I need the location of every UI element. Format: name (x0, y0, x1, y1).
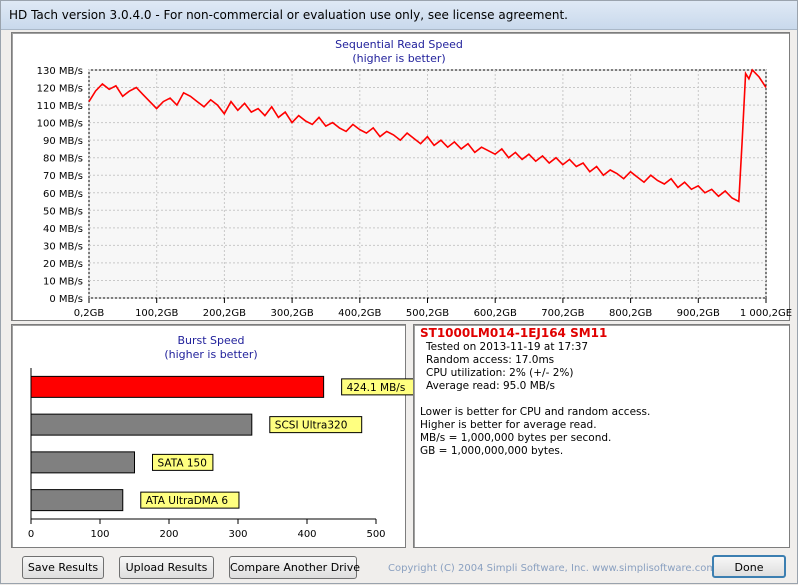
note-line: Higher is better for average read. (420, 419, 597, 431)
upload-results-button[interactable]: Upload Results (119, 556, 214, 579)
burst-bar-label: SCSI Ultra320 (275, 420, 348, 432)
average-read: Average read: 95.0 MB/s (426, 380, 555, 392)
x-tick-label: 300 (228, 529, 247, 540)
x-tick-label: 400 (297, 529, 316, 540)
burst-bar (30, 489, 124, 512)
x-tick-label: 100 (90, 529, 109, 540)
x-tick-label: 200 (159, 529, 178, 540)
compare-drive-button[interactable]: Compare Another Drive (229, 556, 361, 579)
app-window: HD Tach version 3.0.4.0 - For non-commer… (0, 0, 798, 584)
random-access: Random access: 17.0ms (426, 354, 555, 366)
copyright-text: Copyright (C) 2004 Simpli Software, Inc.… (388, 563, 717, 574)
tested-date: Tested on 2013-11-19 at 17:37 (426, 341, 589, 353)
done-label: Done (734, 561, 764, 574)
burst-bar (30, 451, 135, 474)
cpu-utilization: CPU utilization: 2% (+/- 2%) (426, 367, 574, 379)
compare-drive-label: Compare Another Drive (230, 561, 361, 574)
burst-bar-label: ATA UltraDMA 6 (146, 495, 229, 507)
note-line: GB = 1,000,000,000 bytes. (420, 445, 564, 457)
x-tick-label: 0 (28, 529, 34, 540)
burst-bar (30, 375, 325, 398)
save-results-button[interactable]: Save Results (22, 556, 104, 579)
note-line: Lower is better for CPU and random acces… (420, 406, 651, 418)
drive-name: ST1000LM014-1EJ164 SM11 (420, 326, 608, 340)
x-tick-label: 500 (366, 529, 385, 540)
save-results-label: Save Results (27, 561, 99, 574)
burst-bar-label: 424.1 MB/s (347, 382, 406, 394)
done-button[interactable]: Done (712, 555, 786, 578)
burst-bar (30, 413, 253, 436)
burst-bar-label: SATA 150 (158, 457, 207, 469)
note-line: MB/s = 1,000,000 bytes per second. (420, 432, 612, 444)
upload-results-label: Upload Results (125, 561, 208, 574)
